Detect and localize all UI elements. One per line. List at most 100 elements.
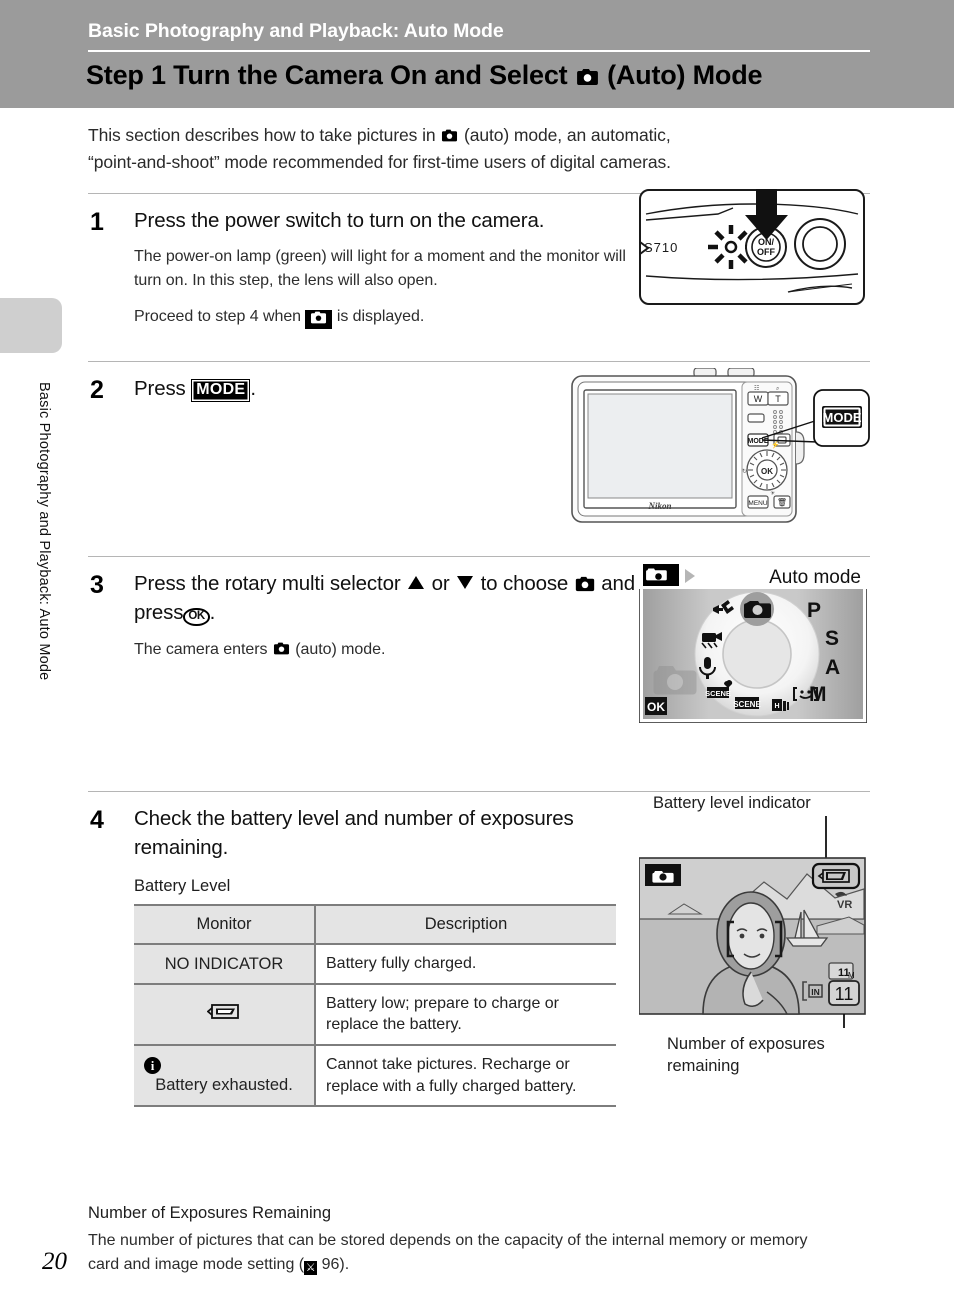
- column-header-monitor: Monitor: [134, 903, 316, 945]
- figure-mode-dial-screen: Auto mode P S A M SCENE SCENE H OK: [638, 560, 868, 728]
- scene-icon: SCENE: [733, 697, 761, 710]
- step-4-body: Check the battery level and number of ex…: [134, 804, 646, 1108]
- page-number: 20: [42, 1248, 67, 1275]
- auto-mode-indicator-icon: [305, 310, 333, 330]
- mode-button-label: MODE: [191, 379, 251, 403]
- step-3-heading-d: .: [209, 601, 216, 625]
- step-2-heading-prefix: Press: [134, 377, 186, 401]
- battery-level-indicator-icon: [811, 863, 861, 890]
- step-1-note: Proceed to step 4 when is displayed.: [134, 305, 646, 330]
- step-3-description-a: The camera enters: [134, 640, 268, 658]
- svg-text:MODE: MODE: [823, 410, 862, 425]
- description-cell-full: Battery fully charged.: [315, 943, 616, 985]
- reference-page-icon: ⚔: [304, 1261, 318, 1276]
- step-3-heading: Press the rotary multi selector or to ch…: [134, 569, 646, 627]
- battery-exhausted-text: Battery exhausted.: [155, 1075, 293, 1094]
- intro-paragraph: This section describes how to take pictu…: [88, 118, 870, 175]
- monitor-cell-battery-low: [134, 983, 316, 1046]
- page-content: This section describes how to take pictu…: [88, 118, 870, 1277]
- screen-ok-label: OK: [647, 700, 665, 714]
- svg-text:Nikon: Nikon: [647, 501, 671, 511]
- svg-text:11: 11: [835, 984, 854, 1004]
- table-header-row: Monitor Description: [134, 903, 616, 945]
- svg-text:SCENE: SCENE: [733, 700, 761, 709]
- step-3: 3 Press the rotary multi selector or to …: [88, 557, 870, 773]
- dial-letter-S: S: [825, 627, 839, 650]
- step-4: 4 Check the battery level and number of …: [88, 792, 870, 1128]
- image-mode-icon: 11 M: [828, 962, 855, 980]
- tail-body-b: ).: [339, 1256, 350, 1274]
- tail-body-a: The number of pictures that can be store…: [88, 1232, 808, 1274]
- page-title-suffix: (Auto) Mode: [607, 60, 763, 90]
- step-1-body: Press the power switch to turn on the ca…: [134, 206, 646, 330]
- tail-section-body: The number of pictures that can be store…: [88, 1229, 828, 1277]
- description-cell-low: Battery low; prepare to charge or replac…: [315, 983, 616, 1046]
- svg-text:⌕: ⌕: [776, 386, 779, 392]
- step-3-description-b: (auto) mode.: [295, 640, 386, 658]
- caption-battery-level-indicator: Battery level indicator: [653, 794, 811, 812]
- dial-letter-P: P: [807, 599, 821, 622]
- exposures-remaining-indicator: 11: [828, 980, 860, 1007]
- step-2-heading-suffix: .: [250, 377, 256, 401]
- screen-title-text: Auto mode: [769, 567, 861, 588]
- svg-text:H: H: [774, 703, 779, 710]
- battery-level-table: Monitor Description NO INDICATOR Battery…: [134, 903, 616, 1108]
- svg-text:VR: VR: [837, 899, 852, 911]
- header-divider-rule: [88, 50, 870, 52]
- table-row: i Battery exhausted. Cannot take picture…: [134, 1044, 616, 1108]
- page-header-band: [0, 0, 954, 108]
- svg-text:⚡: ⚡: [771, 440, 780, 449]
- battery-level-section-title: Battery Level: [134, 876, 231, 895]
- svg-text:T: T: [775, 394, 781, 404]
- figure-monitor-display: Battery level indicator VR 11 M IN 11 Nu…: [638, 786, 871, 1075]
- table-row: Battery low; prepare to charge or replac…: [134, 983, 616, 1046]
- monitor-cell-exhausted: i Battery exhausted.: [134, 1044, 316, 1108]
- svg-text:↻: ↻: [742, 468, 747, 475]
- sidebar-vertical-label: Basic Photography and Playback: Auto Mod…: [36, 382, 52, 681]
- ok-button-icon: OK: [183, 608, 210, 626]
- chapter-side-tab: [0, 298, 62, 353]
- tail-section-title: Number of Exposures Remaining: [88, 1204, 332, 1223]
- dial-auto-camera-icon: [744, 601, 771, 619]
- auto-camera-icon-screen: [646, 568, 667, 581]
- step-2: 2 Press MODE. Nikon ☷ ⌕ W T MODE ⚡ OK ↻ …: [88, 362, 870, 538]
- svg-text:☀: ☀: [770, 490, 775, 497]
- info-circle-icon: i: [144, 1056, 161, 1074]
- step-3-heading-a: Press the rotary multi selector: [134, 572, 401, 596]
- dial-letter-A: A: [825, 656, 840, 679]
- step-2-number: 2: [90, 376, 104, 405]
- auto-camera-icon: [576, 68, 599, 86]
- intro-line1-b: (auto) mode, an automatic,: [464, 125, 671, 145]
- arrow-up-icon: [408, 576, 425, 590]
- figure-camera-back-view: Nikon ☷ ⌕ W T MODE ⚡ OK ↻ MENU 🗑 ☀ MODE: [566, 367, 871, 533]
- svg-text:IN: IN: [811, 987, 820, 997]
- step-1: 1 Press the power switch to turn on the …: [88, 189, 870, 343]
- step-1-description: The power-on lamp (green) will light for…: [134, 248, 626, 290]
- step-1-number: 1: [90, 208, 104, 237]
- arrow-down-icon: [457, 576, 474, 590]
- figure-camera-top-view: S710 ON/ OFF: [638, 184, 866, 317]
- column-header-description: Description: [315, 903, 616, 945]
- svg-text:W: W: [754, 394, 763, 404]
- step-3-description: The camera enters (auto) mode.: [134, 638, 646, 662]
- auto-camera-icon: [441, 129, 458, 142]
- battery-low-icon: [206, 1003, 241, 1020]
- tail-section: Number of Exposures Remaining The number…: [88, 1204, 870, 1277]
- step-3-number: 3: [90, 571, 104, 600]
- step-1-heading: Press the power switch to turn on the ca…: [134, 209, 545, 233]
- intro-line1-a: This section describes how to take pictu…: [88, 125, 436, 145]
- step-4-heading: Check the battery level and number of ex…: [134, 807, 574, 860]
- caption-exposures-remaining-text: Number of exposures remaining: [667, 1035, 825, 1075]
- chapter-title: Basic Photography and Playback: Auto Mod…: [88, 20, 504, 42]
- step-3-heading-b: to choose: [480, 572, 569, 596]
- step-4-number: 4: [90, 806, 104, 835]
- tail-ref-page: 96: [321, 1256, 340, 1274]
- svg-text:☷: ☷: [754, 385, 759, 392]
- svg-text:OK: OK: [761, 467, 773, 476]
- step-3-heading-or: or: [431, 572, 450, 596]
- svg-text:OFF: OFF: [757, 247, 775, 257]
- intro-line2: “point-and-shoot” mode recommended for f…: [88, 151, 671, 172]
- svg-text:MENU: MENU: [748, 500, 767, 507]
- svg-text:M: M: [848, 971, 855, 980]
- page-title-prefix: Step 1 Turn the Camera On and Select: [86, 60, 568, 90]
